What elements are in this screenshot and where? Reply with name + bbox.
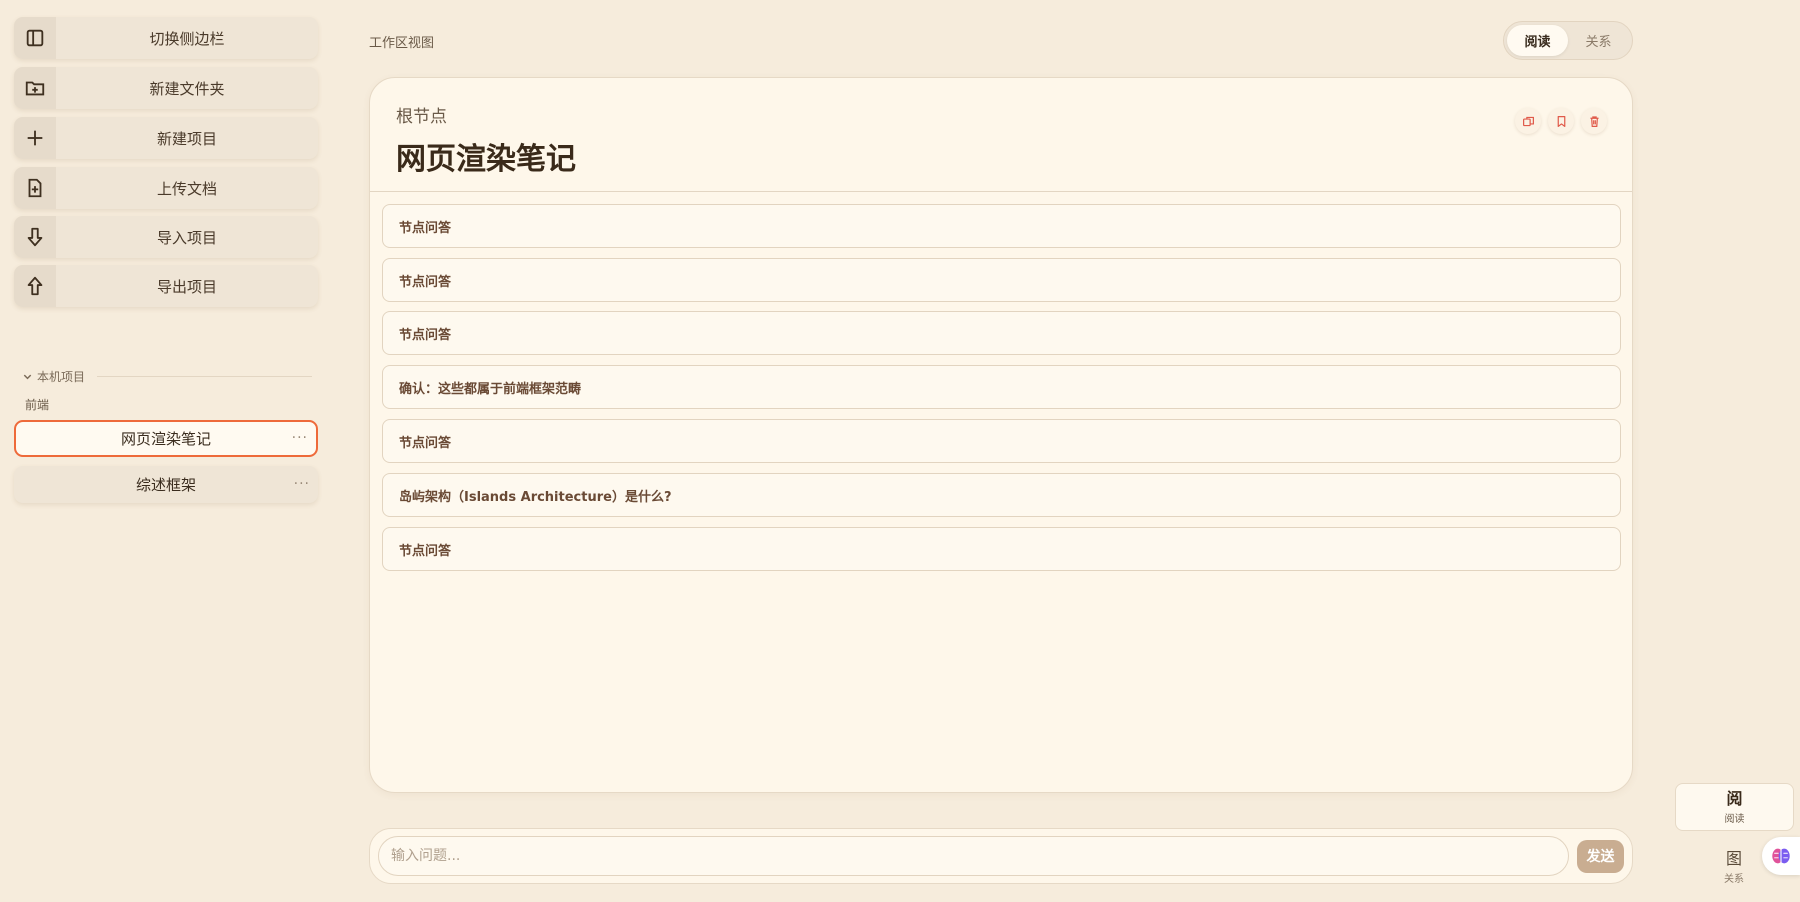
section-divider <box>97 375 312 377</box>
workspace-view-label: 工作区视图 <box>369 36 435 51</box>
dock-graph-button[interactable]: 图 关系 <box>1708 843 1760 891</box>
copy-icon[interactable] <box>1515 108 1541 134</box>
upload-document-button[interactable]: 上传文档 <box>14 167 318 209</box>
chevron-down-icon <box>23 374 32 379</box>
project-label: 综述框架 <box>135 476 196 494</box>
card-divider <box>370 191 1632 192</box>
question-input[interactable] <box>378 836 1569 876</box>
export-project-label: 导出项目 <box>156 277 217 296</box>
node-kicker: 根节点 <box>396 107 447 127</box>
arrow-down-icon <box>14 216 56 258</box>
file-plus-icon <box>14 167 56 209</box>
import-project-button[interactable]: 导入项目 <box>14 216 318 258</box>
qa-item[interactable]: 节点问答 <box>382 204 1621 248</box>
bookmark-icon[interactable] <box>1548 108 1574 134</box>
new-project-label: 新建项目 <box>156 129 217 148</box>
dock-read-label: 阅读 <box>1724 813 1745 825</box>
brain-icon <box>1772 848 1790 864</box>
dock-read-button[interactable]: 阅 阅读 <box>1675 783 1794 831</box>
project-item-web-render-notes[interactable]: 网页渲染笔记 ··· <box>14 420 318 457</box>
arrow-up-icon <box>14 265 56 307</box>
qa-item[interactable]: 节点问答 <box>382 419 1621 463</box>
qa-item[interactable]: 节点问答 <box>382 258 1621 302</box>
import-project-label: 导入项目 <box>156 228 217 247</box>
card-toolbar <box>1515 108 1607 134</box>
more-options-icon[interactable]: ··· <box>292 430 308 446</box>
new-project-button[interactable]: 新建项目 <box>14 117 318 159</box>
tab-read[interactable]: 阅读 <box>1507 25 1568 56</box>
trash-icon[interactable] <box>1581 108 1607 134</box>
more-options-icon[interactable]: ··· <box>294 476 310 492</box>
qa-item[interactable]: 节点问答 <box>382 527 1621 571</box>
project-label: 网页渲染笔记 <box>120 430 211 448</box>
section-title: 本机项目 <box>37 369 86 384</box>
new-folder-label: 新建文件夹 <box>149 79 225 98</box>
dock-graph-label: 关系 <box>1724 873 1744 885</box>
page-title: 网页渲染笔记 <box>396 142 576 177</box>
project-item-survey-framework[interactable]: 综述框架 ··· <box>14 466 318 503</box>
plus-icon <box>14 117 56 159</box>
question-composer: 发送 <box>369 828 1633 884</box>
upload-document-label: 上传文档 <box>156 179 217 198</box>
assistant-brain-button[interactable] <box>1762 837 1800 875</box>
send-button[interactable]: 发送 <box>1577 839 1624 873</box>
folder-label[interactable]: 前端 <box>25 396 49 413</box>
qa-item[interactable]: 确认：这些都属于前端框架范畴 <box>382 365 1621 409</box>
dock-read-glyph: 阅 <box>1726 788 1743 808</box>
sidebar: 切换侧边栏 新建文件夹 新建项目 上传文档 导入项目 导出项目 本机项目 前端 … <box>0 0 330 902</box>
sidebar-toggle-icon <box>14 17 56 59</box>
tab-relation[interactable]: 关系 <box>1568 25 1629 56</box>
view-toggle: 阅读 关系 <box>1503 21 1633 60</box>
qa-item[interactable]: 节点问答 <box>382 311 1621 355</box>
toggle-sidebar-label: 切换侧边栏 <box>149 29 225 48</box>
local-projects-section[interactable]: 本机项目 <box>22 367 312 385</box>
app-root: 切换侧边栏 新建文件夹 新建项目 上传文档 导入项目 导出项目 本机项目 前端 … <box>0 0 1800 902</box>
dock-graph-glyph: 图 <box>1725 848 1742 868</box>
qa-item[interactable]: 岛屿架构（Islands Architecture）是什么? <box>382 473 1621 517</box>
node-card: 根节点 网页渲染笔记 节点问答 节点问答 节点问答 确认：这些都属于前端框架范畴… <box>369 77 1633 793</box>
folder-plus-icon <box>14 67 56 109</box>
new-folder-button[interactable]: 新建文件夹 <box>14 67 318 109</box>
toggle-sidebar-button[interactable]: 切换侧边栏 <box>14 17 318 59</box>
export-project-button[interactable]: 导出项目 <box>14 265 318 307</box>
